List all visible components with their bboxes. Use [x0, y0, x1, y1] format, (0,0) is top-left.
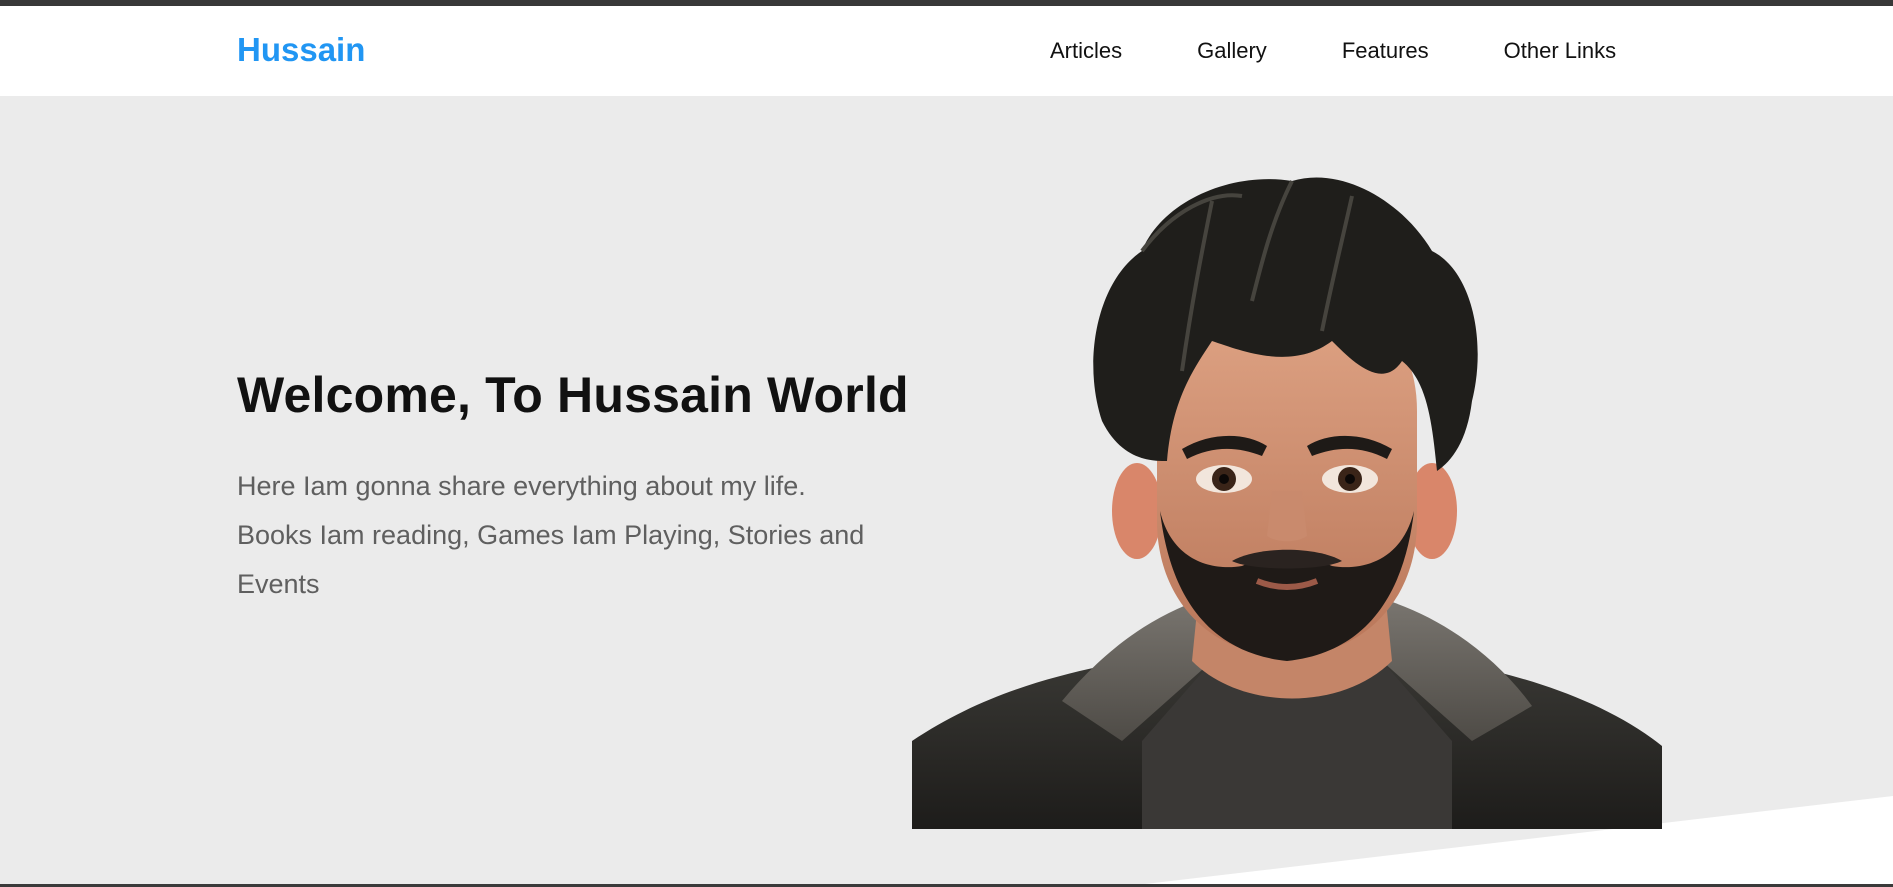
- nav-link-gallery[interactable]: Gallery: [1197, 38, 1267, 64]
- hero-section: Welcome, To Hussain World Here Iam gonna…: [0, 96, 1893, 887]
- nav-link-articles[interactable]: Articles: [1050, 38, 1122, 64]
- hero-description: Here Iam gonna share everything about my…: [237, 471, 865, 599]
- nav-links: Articles Gallery Features Other Links: [1050, 6, 1616, 96]
- portrait-image: [912, 177, 1662, 829]
- navbar: Hussain Articles Gallery Features Other …: [0, 6, 1893, 96]
- hero-title: Welcome, To Hussain World: [237, 367, 909, 423]
- nav-link-features[interactable]: Features: [1342, 38, 1429, 64]
- site-logo[interactable]: Hussain: [237, 6, 365, 96]
- nav-link-other-links[interactable]: Other Links: [1504, 38, 1617, 64]
- hero-text-block: Welcome, To Hussain World Here Iam gonna…: [237, 366, 909, 609]
